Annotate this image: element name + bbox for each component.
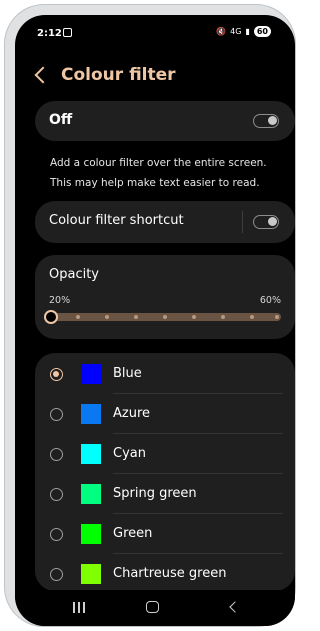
toggle-knob: [268, 217, 277, 226]
main-toggle-label: Off: [49, 112, 73, 128]
description-text: Add a colour filter over the entire scre…: [50, 157, 267, 189]
color-option-azure[interactable]: Azure: [35, 394, 295, 434]
status-bar: 2:12 🔇 4G ▮ 60: [15, 15, 295, 49]
color-option-chartreuse-green[interactable]: Chartreuse green: [35, 554, 295, 591]
color-swatch: [81, 564, 101, 584]
slider-step: [250, 315, 254, 319]
color-label: Blue: [113, 366, 142, 381]
opacity-slider-thumb[interactable]: [44, 310, 58, 324]
color-option-spring-green[interactable]: Spring green: [35, 474, 295, 514]
color-label: Cyan: [113, 446, 146, 461]
main-toggle-card[interactable]: Off: [35, 101, 295, 141]
slider-step: [105, 315, 109, 319]
color-list-card: Blue Azure Cyan Spring green Green Chart…: [35, 353, 295, 591]
status-time: 2:12: [37, 28, 62, 39]
radio-selected[interactable]: [50, 368, 63, 381]
phone-frame: 2:12 🔇 4G ▮ 60 Colour filter Off Add a c…: [4, 4, 296, 627]
shortcut-toggle-switch[interactable]: [253, 215, 279, 229]
color-option-cyan[interactable]: Cyan: [35, 434, 295, 474]
color-swatch: [81, 364, 101, 384]
opacity-label: Opacity: [49, 267, 100, 282]
page-header: Colour filter: [34, 65, 176, 85]
color-label: Chartreuse green: [113, 566, 227, 581]
color-swatch: [81, 484, 101, 504]
color-label: Azure: [113, 406, 151, 421]
slider-step: [163, 315, 167, 319]
back-icon[interactable]: [34, 66, 52, 84]
network-label: 4G: [230, 27, 242, 36]
color-swatch: [81, 404, 101, 424]
navigation-bar: [15, 590, 295, 626]
battery-badge: 60: [253, 26, 271, 37]
color-label: Spring green: [113, 486, 197, 501]
page-title: Colour filter: [61, 65, 176, 85]
home-icon[interactable]: [146, 601, 159, 613]
toggle-knob: [268, 116, 277, 125]
slider-step: [221, 315, 225, 319]
opacity-max-label: 60%: [259, 295, 281, 306]
color-option-green[interactable]: Green: [35, 514, 295, 554]
screen: 2:12 🔇 4G ▮ 60 Colour filter Off Add a c…: [15, 15, 295, 626]
slider-step: [134, 315, 138, 319]
color-swatch: [81, 444, 101, 464]
signal-icon: ▮: [245, 27, 250, 36]
screenshot-icon: [63, 28, 72, 37]
shortcut-label: Colour filter shortcut: [49, 213, 184, 228]
shortcut-divider: [242, 211, 243, 233]
opacity-slider[interactable]: [44, 310, 281, 324]
main-toggle-switch[interactable]: [253, 114, 279, 128]
color-swatch: [81, 524, 101, 544]
shortcut-card[interactable]: Colour filter shortcut: [35, 201, 295, 243]
recents-icon[interactable]: [73, 602, 87, 614]
opacity-min-label: 20%: [49, 295, 71, 306]
slider-step: [192, 315, 196, 319]
opacity-card: Opacity 20% 60%: [35, 255, 295, 339]
radio-unselected[interactable]: [50, 528, 63, 541]
color-label: Green: [113, 526, 153, 541]
radio-unselected[interactable]: [50, 448, 63, 461]
radio-unselected[interactable]: [50, 568, 63, 581]
nav-back-icon[interactable]: [229, 601, 241, 613]
mute-icon: 🔇: [216, 27, 227, 36]
radio-unselected[interactable]: [50, 488, 63, 501]
status-icons: 🔇 4G ▮ 60: [216, 26, 271, 37]
radio-unselected[interactable]: [50, 408, 63, 421]
color-option-blue[interactable]: Blue: [35, 354, 295, 394]
slider-step: [275, 315, 279, 319]
slider-step: [76, 315, 80, 319]
